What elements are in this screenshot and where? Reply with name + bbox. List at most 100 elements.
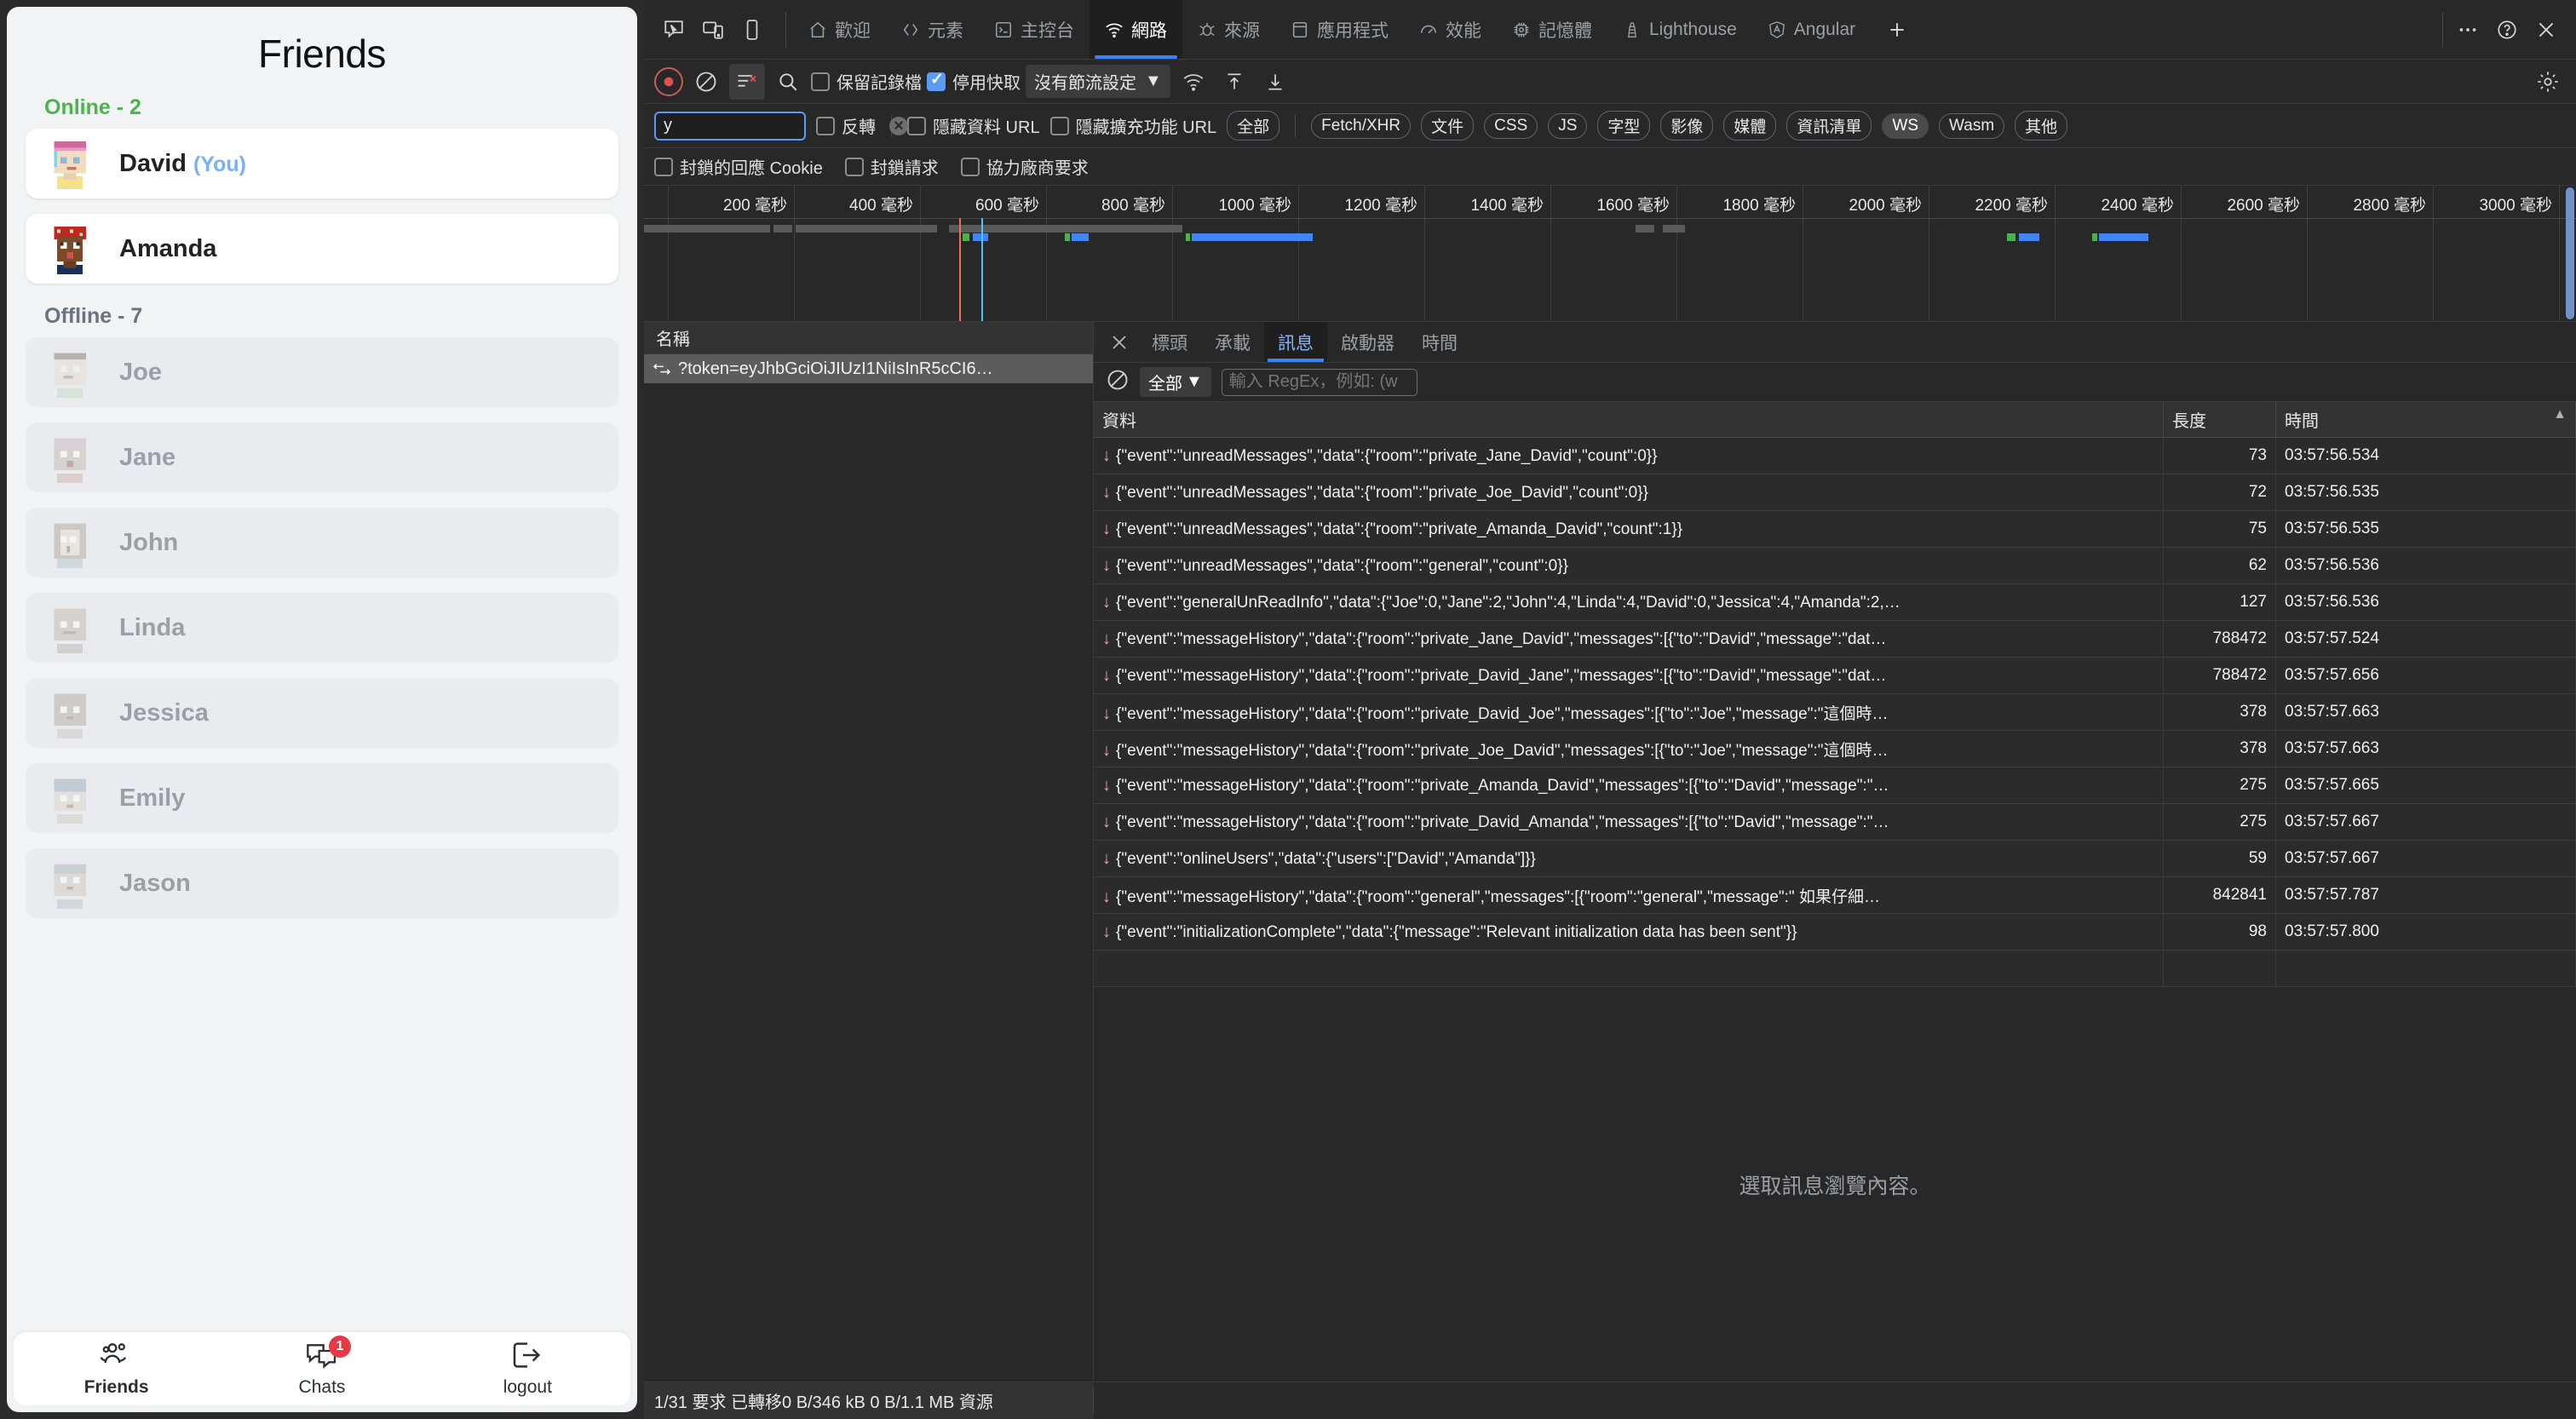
- table-row[interactable]: ↓ {"event":"messageHistory","data":{"room…: [1094, 693, 2576, 731]
- third-party-requests-checkbox[interactable]: 協力廠商要求: [960, 154, 1089, 179]
- tab-lighthouse[interactable]: Lighthouse: [1607, 0, 1752, 59]
- type-filter-manifest[interactable]: 資訊清單: [1786, 111, 1872, 141]
- settings-gear-icon[interactable]: [2530, 64, 2566, 100]
- help-icon[interactable]: [2489, 12, 2525, 48]
- more-options-icon[interactable]: [2450, 12, 2486, 48]
- cell-data-text: {"event":"unreadMessages","data":{"room"…: [1116, 446, 1658, 465]
- tab-elements[interactable]: 元素: [886, 0, 979, 59]
- download-band: [973, 233, 988, 241]
- table-row[interactable]: ↓ {"event":"messageHistory","data":{"room…: [1094, 620, 2576, 658]
- nav-item-chats[interactable]: 1 Chats: [271, 1335, 373, 1398]
- table-row[interactable]: ↓ {"event":"unreadMessages","data":{"room…: [1094, 510, 2576, 548]
- type-filter-wasm[interactable]: Wasm: [1939, 112, 2005, 139]
- direction-down-icon: ↓: [1102, 848, 1111, 868]
- clear-messages-icon[interactable]: [1106, 368, 1130, 397]
- nav-item-logout[interactable]: logout: [476, 1341, 578, 1398]
- tab-memory[interactable]: 記憶體: [1497, 0, 1607, 59]
- disable-cache-checkbox[interactable]: 停用快取: [927, 69, 1021, 94]
- throttling-dropdown[interactable]: 沒有節流設定 ▼: [1026, 65, 1170, 98]
- table-row[interactable]: ↓ {"event":"initializationComplete","data…: [1094, 913, 2576, 951]
- type-filter-all[interactable]: 全部: [1227, 111, 1280, 141]
- friend-card-emily[interactable]: Emily: [26, 763, 618, 833]
- add-panel-button[interactable]: [1871, 0, 1923, 59]
- mobile-view-icon[interactable]: [734, 12, 770, 48]
- request-row-selected[interactable]: ?token=eyJhbGciOiJIUzI1NiIsInR5cCI6…: [644, 354, 1093, 383]
- tab-application[interactable]: 應用程式: [1275, 0, 1404, 59]
- type-filter-fetchxhr[interactable]: Fetch/XHR: [1311, 112, 1412, 139]
- network-overview-timeline[interactable]: 200 毫秒 400 毫秒 600 毫秒 800 毫秒 1000 毫秒 1200…: [644, 186, 2576, 322]
- tab-network[interactable]: 網路: [1090, 0, 1182, 59]
- friend-card-linda[interactable]: Linda: [26, 593, 618, 663]
- table-row[interactable]: ↓ {"event":"messageHistory","data":{"room…: [1094, 803, 2576, 841]
- clear-button[interactable]: [688, 64, 724, 100]
- hide-data-urls-checkbox[interactable]: 隱藏資料 URL: [907, 113, 1040, 138]
- tab-console[interactable]: 主控台: [979, 0, 1090, 59]
- table-row[interactable]: ↓ {"event":"messageHistory","data":{"room…: [1094, 767, 2576, 804]
- nav-item-friends[interactable]: Friends: [66, 1341, 168, 1398]
- column-header-time[interactable]: 時間 ▲: [2275, 402, 2576, 438]
- table-row[interactable]: ↓ {"event":"messageHistory","data":{"room…: [1094, 657, 2576, 694]
- download-band: [2099, 233, 2148, 241]
- friend-card-jane[interactable]: Jane: [26, 422, 618, 492]
- export-har-icon[interactable]: [1257, 64, 1293, 100]
- type-filter-font[interactable]: 字型: [1597, 111, 1651, 141]
- overview-scrollbar-thumb[interactable]: [2566, 187, 2574, 319]
- tab-sources[interactable]: 來源: [1182, 0, 1275, 59]
- table-row[interactable]: ↓ {"event":"messageHistory","data":{"room…: [1094, 876, 2576, 914]
- friend-card-jessica[interactable]: Jessica: [26, 678, 618, 748]
- regex-filter-input[interactable]: [1221, 368, 1417, 396]
- filter-toggle-button[interactable]: [729, 63, 765, 100]
- import-har-icon[interactable]: [1216, 64, 1252, 100]
- tab-angular[interactable]: Angular: [1752, 0, 1871, 59]
- tab-headers[interactable]: 標頭: [1138, 322, 1201, 362]
- column-header-length[interactable]: 長度: [2163, 402, 2276, 438]
- tab-messages[interactable]: 訊息: [1264, 322, 1327, 362]
- friend-card-joe[interactable]: Joe: [26, 337, 618, 407]
- logout-icon: [510, 1341, 544, 1374]
- table-row[interactable]: ↓ {"event":"unreadMessages","data":{"room…: [1094, 474, 2576, 511]
- hide-extension-urls-checkbox[interactable]: 隱藏擴充功能 URL: [1049, 113, 1216, 138]
- friend-card-amanda[interactable]: Amanda: [26, 214, 618, 284]
- filter-input-wrapper[interactable]: ✕: [654, 111, 908, 141]
- type-filter-media[interactable]: 媒體: [1723, 111, 1777, 141]
- friend-card-jason[interactable]: Jason: [26, 848, 618, 918]
- tab-welcome[interactable]: 歡迎: [793, 0, 886, 59]
- detail-tabbar: 標頭 承載 訊息 啟動器 時間: [1094, 322, 2576, 363]
- filter-input[interactable]: [664, 116, 889, 135]
- clear-filter-icon[interactable]: ✕: [889, 116, 908, 135]
- tab-performance[interactable]: 效能: [1404, 0, 1497, 59]
- inspect-element-icon[interactable]: [656, 12, 692, 48]
- type-filter-img[interactable]: 影像: [1660, 111, 1714, 141]
- tab-timing[interactable]: 時間: [1408, 322, 1471, 362]
- device-toggle-icon[interactable]: [695, 12, 731, 48]
- cell-data-text: {"event":"messageHistory","data":{"room"…: [1116, 704, 1889, 723]
- type-filter-css[interactable]: CSS: [1484, 112, 1538, 139]
- table-row[interactable]: ↓ {"event":"generalUnReadInfo","data":{"J…: [1094, 583, 2576, 621]
- tab-payload[interactable]: 承載: [1201, 322, 1264, 362]
- type-filter-ws[interactable]: WS: [1882, 112, 1929, 139]
- close-detail-icon[interactable]: [1101, 322, 1138, 362]
- network-conditions-icon[interactable]: [1176, 64, 1211, 100]
- table-row[interactable]: ↓ {"event":"messageHistory","data":{"room…: [1094, 730, 2576, 767]
- type-filter-doc[interactable]: 文件: [1421, 111, 1475, 141]
- preserve-log-checkbox[interactable]: 保留記錄檔: [811, 69, 922, 94]
- cell-empty: [2275, 950, 2576, 987]
- blocked-response-cookies-checkbox[interactable]: 封鎖的回應 Cookie: [654, 154, 823, 179]
- table-row[interactable]: ↓ {"event":"unreadMessages","data":{"room…: [1094, 547, 2576, 584]
- blocked-requests-checkbox[interactable]: 封鎖請求: [844, 154, 939, 179]
- code-icon: [901, 20, 920, 39]
- close-icon[interactable]: [2528, 12, 2564, 48]
- type-filter-other[interactable]: 其他: [2015, 111, 2068, 141]
- download-band: [1192, 233, 1313, 241]
- search-icon[interactable]: [770, 64, 806, 100]
- table-row[interactable]: ↓ {"event":"onlineUsers","data":{"users":…: [1094, 840, 2576, 877]
- table-row[interactable]: ↓ {"event":"unreadMessages","data":{"room…: [1094, 437, 2576, 474]
- waiting-band: [963, 233, 969, 241]
- type-filter-js[interactable]: JS: [1548, 112, 1588, 139]
- friend-card-david[interactable]: David (You): [26, 129, 618, 198]
- column-header-data[interactable]: 資料: [1094, 402, 2164, 438]
- messages-type-dropdown[interactable]: 全部 ▼: [1140, 367, 1211, 397]
- record-button[interactable]: [654, 66, 683, 96]
- friend-card-john[interactable]: John: [26, 508, 618, 577]
- tab-initiator[interactable]: 啟動器: [1327, 322, 1408, 362]
